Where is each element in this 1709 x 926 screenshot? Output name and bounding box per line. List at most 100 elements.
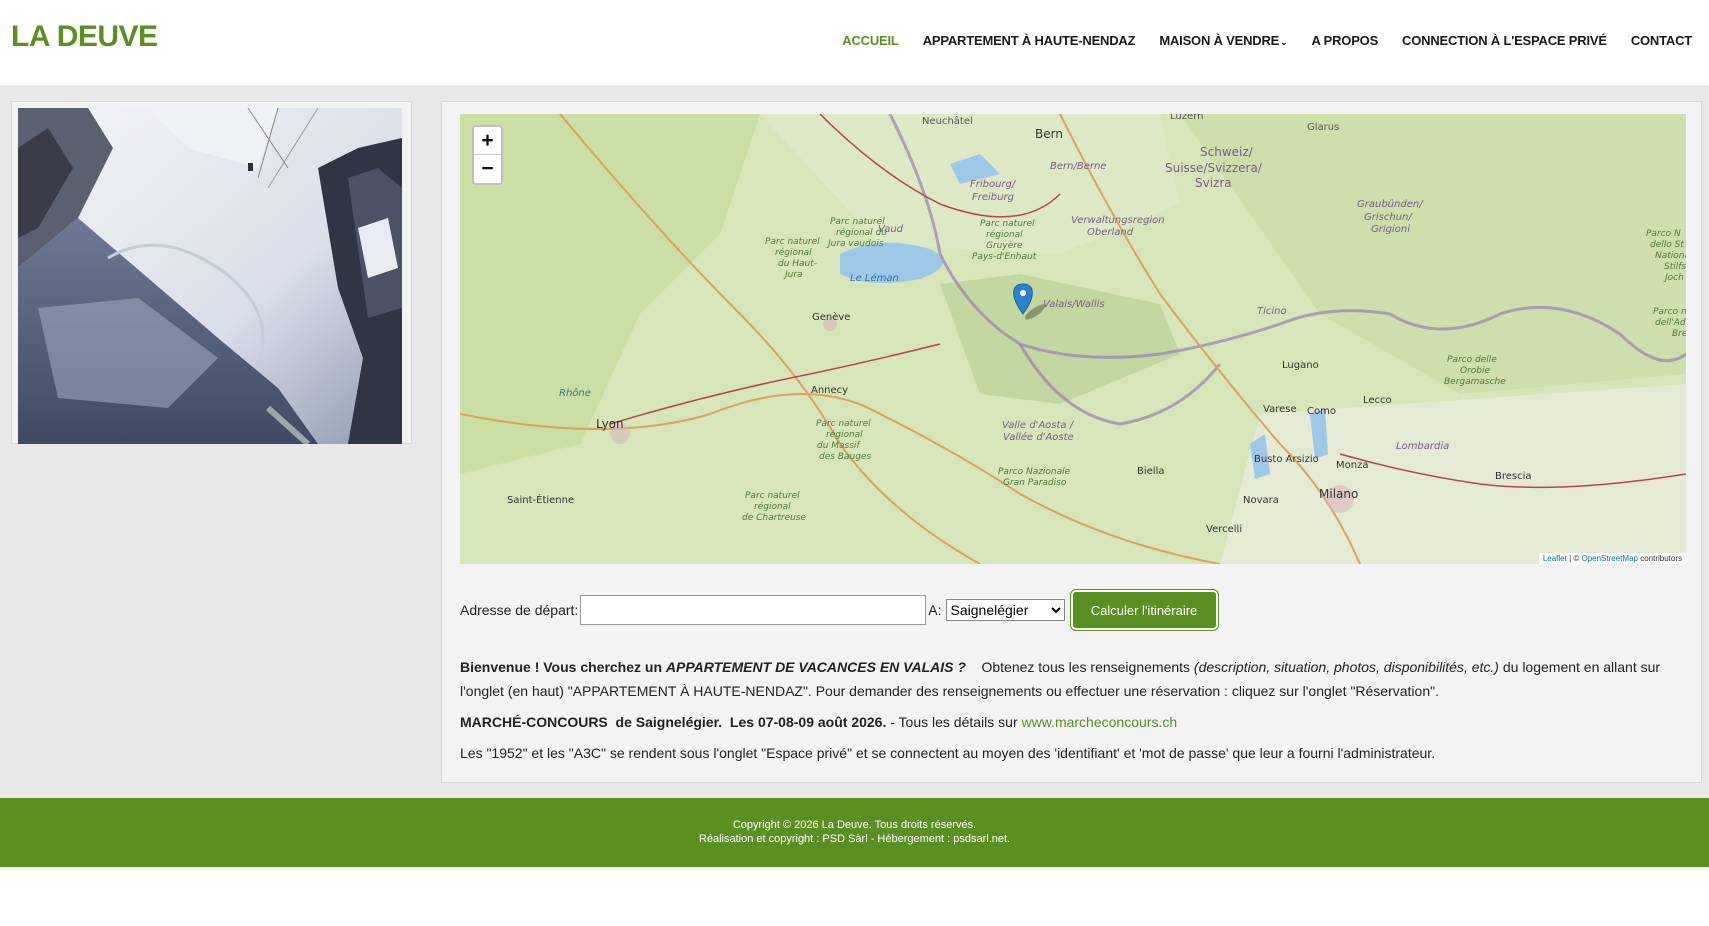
svg-text:Saint-Étienne: Saint-Étienne (507, 493, 574, 506)
svg-text:Parco N: Parco N (1646, 229, 1681, 239)
svg-text:Jura vaudois: Jura vaudois (826, 239, 884, 249)
svg-text:Vercelli: Vercelli (1206, 524, 1242, 535)
svg-text:Ticino: Ticino (1257, 306, 1287, 317)
svg-text:Jura: Jura (783, 270, 803, 280)
svg-text:Vallée d'Aoste: Vallée d'Aoste (1003, 431, 1074, 443)
map-zoom-control: + − (472, 125, 503, 185)
zoom-out-button[interactable]: − (474, 155, 501, 183)
svg-text:Fribourg/: Fribourg/ (970, 179, 1017, 190)
site-header: LA DEUVE ACCUEIL APPARTEMENT À HAUTE-NEN… (0, 0, 1709, 85)
svg-text:Orobie: Orobie (1460, 366, 1491, 376)
sidebar-photo-box (11, 101, 412, 444)
svg-text:régional du: régional du (836, 227, 887, 238)
svg-text:Graubünden/: Graubünden/ (1357, 199, 1424, 210)
svg-text:Bre: Bre (1672, 329, 1686, 339)
svg-text:Stilfs: Stilfs (1664, 262, 1686, 272)
svg-text:Varese: Varese (1263, 404, 1297, 415)
svg-text:Valle d'Aosta /: Valle d'Aosta / (1002, 420, 1075, 431)
nav-item-espace-prive[interactable]: CONNECTION À L'ESPACE PRIVÉ (1402, 33, 1607, 48)
svg-text:Monza: Monza (1336, 460, 1368, 471)
svg-text:Oberland: Oberland (1087, 227, 1134, 238)
content-panel: Neuchâtel Bern Bern/Berne Luzern Glarus … (441, 101, 1702, 783)
svg-text:Busto Arsizio: Busto Arsizio (1254, 454, 1319, 465)
svg-text:Lyon: Lyon (596, 417, 624, 431)
svg-text:Neuchâtel: Neuchâtel (922, 115, 973, 127)
calculate-route-button[interactable]: Calculer l'itinéraire (1070, 590, 1218, 630)
svg-text:Parc naturel: Parc naturel (980, 219, 1035, 229)
svg-text:Valais/Wallis: Valais/Wallis (1043, 299, 1105, 310)
svg-text:du Massif: du Massif (817, 441, 861, 451)
site-footer: Copyright © 2026 La Deuve. Tous droits r… (0, 798, 1709, 867)
svg-text:Gran Paradiso: Gran Paradiso (1003, 478, 1067, 488)
svg-text:Parc naturel: Parc naturel (765, 237, 820, 247)
main-area: Neuchâtel Bern Bern/Berne Luzern Glarus … (0, 85, 1709, 798)
attribution-suffix: contributors (1640, 554, 1682, 563)
svg-text:Luzern: Luzern (1170, 114, 1203, 122)
svg-text:Svizra: Svizra (1195, 176, 1232, 190)
intro-paragraph: Bienvenue ! Vous cherchez un APPARTEMENT… (460, 655, 1686, 703)
event-text: - Tous les détails sur (886, 714, 1022, 730)
destination-select[interactable]: Saignelégier (945, 599, 1065, 621)
start-address-label: Adresse de départ: (460, 602, 579, 618)
svg-text:Verwaltungsregion: Verwaltungsregion (1071, 215, 1165, 226)
svg-text:Parc naturel: Parc naturel (830, 217, 885, 227)
svg-text:Pays-d'Enhaut: Pays-d'Enhaut (972, 252, 1037, 262)
nav-item-appartement[interactable]: APPARTEMENT À HAUTE-NENDAZ (923, 33, 1136, 48)
svg-text:Bern/Berne: Bern/Berne (1050, 161, 1106, 172)
osm-link[interactable]: OpenStreetMap (1581, 554, 1637, 563)
svg-text:régional: régional (826, 429, 863, 440)
welcome-text: Bienvenue ! Vous cherchez un APPARTEMENT… (460, 655, 1686, 772)
svg-text:Lombardia: Lombardia (1396, 441, 1449, 452)
nav-item-maison-a-vendre[interactable]: MAISON À VENDRE⌄ (1159, 33, 1287, 48)
route-map[interactable]: Neuchâtel Bern Bern/Berne Luzern Glarus … (460, 114, 1686, 564)
intro-text: Obtenez tous les renseignements (965, 659, 1194, 675)
svg-text:dell'Ada: dell'Ada (1655, 318, 1686, 328)
map-attribution: Leaflet | © OpenStreetMap contributors (1538, 553, 1686, 564)
intro-bold-italic: APPARTEMENT DE VACANCES EN VALAIS ? (665, 659, 966, 675)
event-paragraph: MARCHÉ-CONCOURS de Saignelégier. Les 07-… (460, 710, 1686, 734)
svg-text:du Haut-: du Haut- (778, 259, 817, 269)
svg-text:Biella: Biella (1137, 466, 1164, 477)
zoom-in-button[interactable]: + (474, 127, 501, 155)
svg-text:Milano: Milano (1319, 487, 1358, 501)
site-logo[interactable]: LA DEUVE (11, 20, 158, 54)
svg-text:Bern: Bern (1035, 127, 1063, 141)
svg-text:Freiburg: Freiburg (972, 192, 1014, 203)
start-address-input[interactable] (580, 595, 927, 625)
svg-text:Grischun/: Grischun/ (1364, 212, 1413, 223)
svg-text:Parc naturel: Parc naturel (816, 419, 871, 429)
svg-text:Como: Como (1307, 406, 1336, 417)
event-title: MARCHÉ-CONCOURS de Saignelégier. Les 07-… (460, 714, 887, 730)
svg-text:Genève: Genève (812, 311, 850, 323)
route-form: Adresse de départ: A: Saignelégier Calcu… (460, 590, 1218, 630)
svg-text:régional: régional (775, 247, 812, 258)
svg-text:Novara: Novara (1243, 495, 1279, 506)
svg-text:Bergamasche: Bergamasche (1444, 377, 1506, 387)
svg-text:Lecco: Lecco (1363, 395, 1392, 406)
nav-item-a-propos[interactable]: A PROPOS (1312, 33, 1379, 48)
chevron-down-icon: ⌄ (1280, 37, 1288, 47)
svg-text:de Chartreuse: de Chartreuse (742, 513, 806, 523)
svg-text:Parc naturel: Parc naturel (745, 491, 800, 501)
mountain-photo (18, 108, 402, 444)
svg-text:Parco n: Parco n (1653, 307, 1686, 317)
svg-text:Parco delle: Parco delle (1447, 355, 1497, 365)
svg-text:Suisse/Svizzera/: Suisse/Svizzera/ (1165, 161, 1263, 175)
intro-bold: Bienvenue ! Vous cherchez un (460, 659, 666, 675)
private-space-paragraph: Les "1952" et les "A3C" se rendent sous … (460, 745, 1436, 761)
svg-text:Parco Nazionale: Parco Nazionale (998, 467, 1071, 477)
svg-text:Schweiz/: Schweiz/ (1200, 145, 1254, 159)
svg-text:Annecy: Annecy (811, 385, 848, 396)
svg-text:Le Léman: Le Léman (850, 272, 899, 284)
main-nav: ACCUEIL APPARTEMENT À HAUTE-NENDAZ MAISO… (818, 33, 1692, 48)
svg-text:Gruyère: Gruyère (986, 240, 1023, 251)
intro-italic: (description, situation, photos, disponi… (1193, 659, 1499, 675)
svg-text:Grigioni: Grigioni (1371, 224, 1410, 235)
leaflet-link[interactable]: Leaflet (1543, 554, 1567, 563)
nav-item-accueil[interactable]: ACCUEIL (842, 33, 899, 48)
svg-text:régional: régional (754, 501, 791, 512)
marcheconcours-link[interactable]: www.marcheconcours.ch (1022, 714, 1178, 730)
svg-text:dello St: dello St (1650, 240, 1684, 250)
nav-item-contact[interactable]: CONTACT (1631, 33, 1692, 48)
svg-text:Nationa: Nationa (1655, 251, 1686, 261)
